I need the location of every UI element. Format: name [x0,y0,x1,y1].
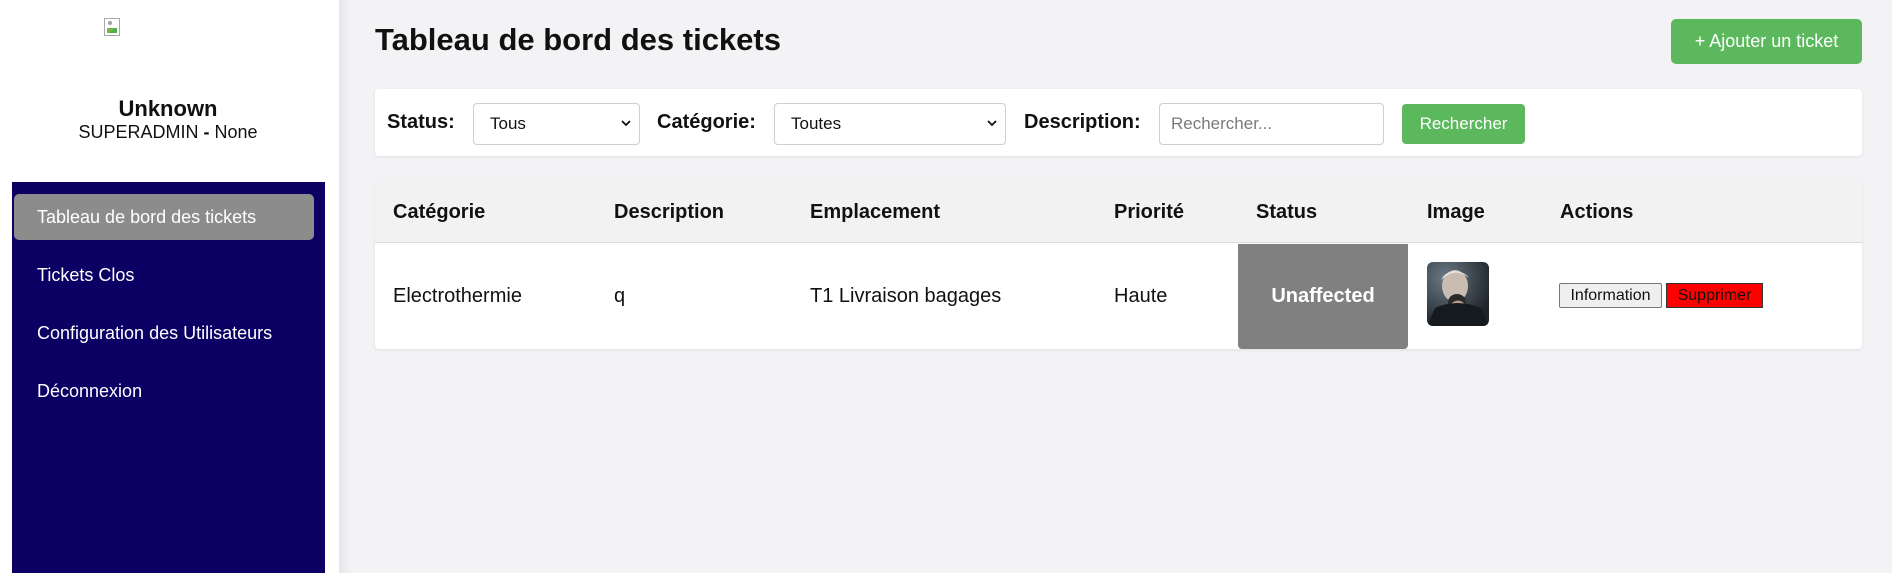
column-header-location: Emplacement [810,201,941,223]
sidebar-divider [339,0,350,573]
delete-button[interactable]: Supprimer [1666,283,1763,308]
sidebar-item-logout[interactable]: Déconnexion [14,368,314,414]
sidebar: Unknown SUPERADMIN - None Tableau de bor… [0,0,350,573]
chevron-down-icon [621,120,631,127]
chevron-down-icon [987,120,997,127]
column-header-actions: Actions [1560,201,1634,223]
column-header-description: Description [614,201,725,223]
description-search-input[interactable] [1159,103,1384,145]
user-role-line: SUPERADMIN - None [0,122,336,143]
sidebar-item-dashboard[interactable]: Tableau de bord des tickets [14,194,314,240]
ticket-photo-thumbnail[interactable] [1427,262,1489,326]
filter-bar: Status: Tous Catégorie: Toutes Descripti… [375,89,1862,156]
scrollbar-gutter [1878,0,1892,573]
information-button[interactable]: Information [1559,283,1662,308]
user-role: SUPERADMIN [78,122,199,142]
table-header-row: Catégorie Description Emplacement Priori… [375,181,1862,243]
cell-category: Electrothermie [393,285,522,307]
user-role-separator: - [203,122,210,142]
sidebar-item-closed-tickets[interactable]: Tickets Clos [14,252,314,298]
description-filter-label: Description: [1024,111,1141,133]
category-filter-select[interactable]: Toutes [774,103,1006,145]
column-header-image: Image [1427,201,1485,223]
user-site: None [214,122,258,142]
cell-location: T1 Livraison bagages [810,285,1002,307]
status-filter-select[interactable]: Tous [473,103,640,145]
search-button[interactable]: Rechercher [1402,104,1525,144]
cell-description: q [614,285,626,307]
sidebar-nav: Tableau de bord des tickets Tickets Clos… [12,182,325,573]
sidebar-item-user-settings[interactable]: Configuration des Utilisateurs [14,310,314,356]
category-filter-label: Catégorie: [657,111,756,133]
user-name: Unknown [118,96,218,121]
person-photo-icon [1427,262,1489,326]
status-filter-label: Status: [387,111,455,133]
category-filter-value: Toutes [791,114,842,133]
status-filter-value: Tous [490,114,526,133]
column-header-status: Status [1256,201,1318,223]
cell-priority: Haute [1114,285,1168,307]
column-header-category: Catégorie [393,201,486,223]
page-title: Tableau de bord des tickets [375,22,781,57]
add-ticket-button[interactable]: + Ajouter un ticket [1671,19,1862,64]
column-header-priority: Priorité [1114,201,1185,223]
tickets-table: Catégorie Description Emplacement Priori… [375,181,1862,349]
app-root: Unknown SUPERADMIN - None Tableau de bor… [0,0,1892,573]
status-badge: Unaffected [1238,244,1408,349]
profile-image-icon [104,18,124,38]
